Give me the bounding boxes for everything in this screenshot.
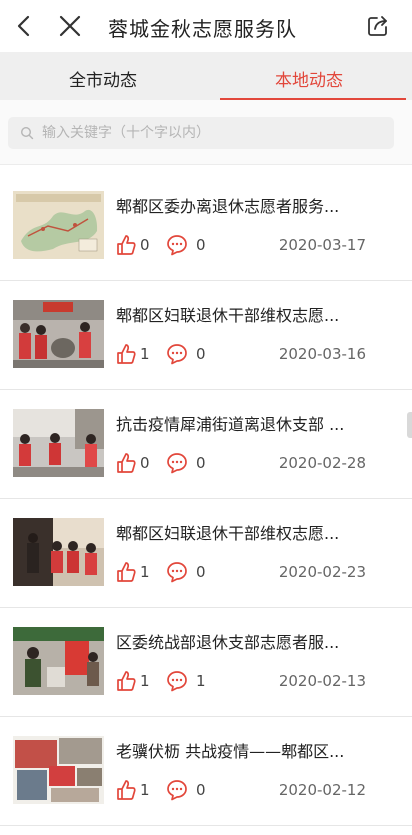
news-date: 2020-02-12 — [278, 781, 366, 799]
like-count: 1 — [140, 781, 150, 799]
page-title: 蓉城金秋志愿服务队 — [108, 17, 297, 41]
comment-icon[interactable] — [166, 779, 188, 801]
thumbs-up-icon[interactable] — [116, 779, 136, 801]
tab-label: 本地动态 — [275, 71, 343, 91]
thumbs-up-icon[interactable] — [116, 234, 136, 256]
chevron-left-icon — [17, 15, 30, 37]
news-thumbnail — [13, 300, 104, 368]
news-meta: 0 0 2020-02-28 — [116, 452, 366, 476]
tab-citywide[interactable]: 全市动态 — [0, 52, 206, 100]
comment-count: 0 — [196, 563, 206, 581]
news-thumbnail — [13, 409, 104, 477]
top-bar: 蓉城金秋志愿服务队 — [0, 0, 412, 52]
news-title: 郫都区委办离退休志愿者服务... — [116, 197, 340, 216]
comment-icon[interactable] — [166, 670, 188, 692]
thumbs-up-icon[interactable] — [116, 452, 136, 474]
list-item[interactable]: 郫都区妇联退休干部维权志愿... 1 0 2020-03-16 — [0, 281, 412, 390]
thumbs-up-icon[interactable] — [116, 561, 136, 583]
comment-icon[interactable] — [166, 561, 188, 583]
news-title: 抗击疫情犀浦街道离退休支部 ... — [116, 415, 345, 434]
close-button[interactable] — [54, 10, 86, 42]
news-meta: 1 0 2020-03-16 — [116, 343, 366, 367]
news-date: 2020-02-28 — [278, 454, 366, 472]
search-box[interactable] — [8, 117, 394, 149]
share-icon — [368, 16, 387, 36]
close-icon — [59, 15, 81, 37]
news-title: 郫都区妇联退休干部维权志愿... — [116, 306, 340, 325]
scroll-indicator[interactable] — [407, 412, 412, 438]
news-date: 2020-02-13 — [278, 672, 366, 690]
list-item[interactable]: 区委统战部退休支部志愿者服... 1 1 2020-02-13 — [0, 608, 412, 717]
news-list: 郫都区委办离退休志愿者服务... 0 0 2020-03-17 郫都区妇联退休干… — [0, 172, 412, 826]
news-thumbnail — [13, 627, 104, 695]
search-input[interactable] — [40, 124, 374, 142]
list-item[interactable]: 抗击疫情犀浦街道离退休支部 ... 0 0 2020-02-28 — [0, 390, 412, 499]
news-date: 2020-03-16 — [278, 345, 366, 363]
tab-local[interactable]: 本地动态 — [206, 52, 412, 100]
news-title: 老骥伏枥 共战疫情——郫都区... — [116, 742, 345, 761]
news-meta: 1 1 2020-02-13 — [116, 670, 366, 694]
news-meta: 1 0 2020-02-23 — [116, 561, 366, 585]
news-thumbnail — [13, 736, 104, 804]
news-title: 区委统战部退休支部志愿者服... — [116, 633, 340, 652]
news-title: 郫都区妇联退休干部维权志愿... — [116, 524, 340, 543]
news-meta: 0 0 2020-03-17 — [116, 234, 366, 258]
comment-icon[interactable] — [166, 452, 188, 474]
comment-icon[interactable] — [166, 234, 188, 256]
search-icon — [14, 117, 40, 149]
like-count: 0 — [140, 236, 150, 254]
news-date: 2020-02-23 — [278, 563, 366, 581]
like-count: 1 — [140, 563, 150, 581]
news-thumbnail — [13, 518, 104, 586]
comment-count: 0 — [196, 236, 206, 254]
share-button[interactable] — [362, 10, 394, 42]
like-count: 1 — [140, 345, 150, 363]
list-item[interactable]: 郫都区委办离退休志愿者服务... 0 0 2020-03-17 — [0, 172, 412, 281]
comment-count: 0 — [196, 454, 206, 472]
like-count: 1 — [140, 672, 150, 690]
thumbs-up-icon[interactable] — [116, 670, 136, 692]
news-meta: 1 0 2020-02-12 — [116, 779, 366, 803]
comment-count: 0 — [196, 781, 206, 799]
comment-count: 0 — [196, 345, 206, 363]
list-item[interactable]: 郫都区妇联退休干部维权志愿... 1 0 2020-02-23 — [0, 499, 412, 608]
comment-count: 1 — [196, 672, 206, 690]
comment-icon[interactable] — [166, 343, 188, 365]
news-date: 2020-03-17 — [278, 236, 366, 254]
tab-label: 全市动态 — [69, 71, 137, 91]
list-item[interactable]: 老骥伏枥 共战疫情——郫都区... 1 0 2020-02-12 — [0, 717, 412, 826]
news-thumbnail — [13, 191, 104, 259]
back-button[interactable] — [8, 10, 40, 42]
tab-bar: 全市动态 本地动态 — [0, 52, 412, 100]
thumbs-up-icon[interactable] — [116, 343, 136, 365]
search-area — [0, 100, 412, 165]
like-count: 0 — [140, 454, 150, 472]
